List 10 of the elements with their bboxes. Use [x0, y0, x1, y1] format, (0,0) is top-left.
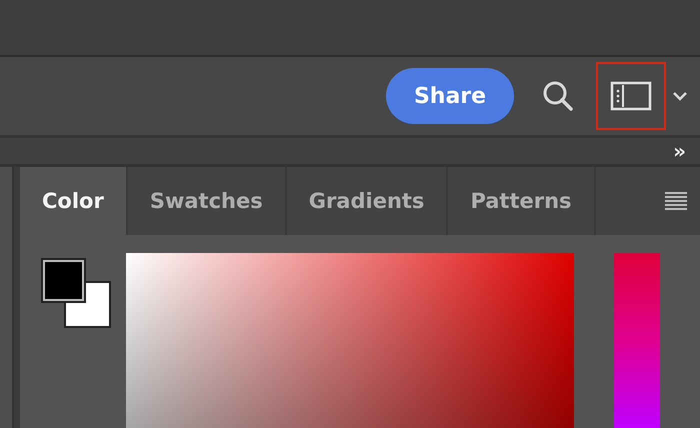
- share-button[interactable]: Share: [386, 68, 514, 124]
- panel-tab[interactable]: Gradients: [286, 167, 448, 235]
- foreground-background-swatches[interactable]: [40, 257, 112, 329]
- workspace-button[interactable]: [596, 62, 666, 130]
- color-field[interactable]: [126, 253, 574, 428]
- chevron-down-icon[interactable]: [672, 91, 688, 101]
- panel-tab[interactable]: Color: [20, 167, 128, 235]
- panel-layout-icon: [609, 79, 653, 113]
- collapse-panels-icon[interactable]: »: [673, 141, 686, 161]
- menu-icon[interactable]: [664, 192, 688, 210]
